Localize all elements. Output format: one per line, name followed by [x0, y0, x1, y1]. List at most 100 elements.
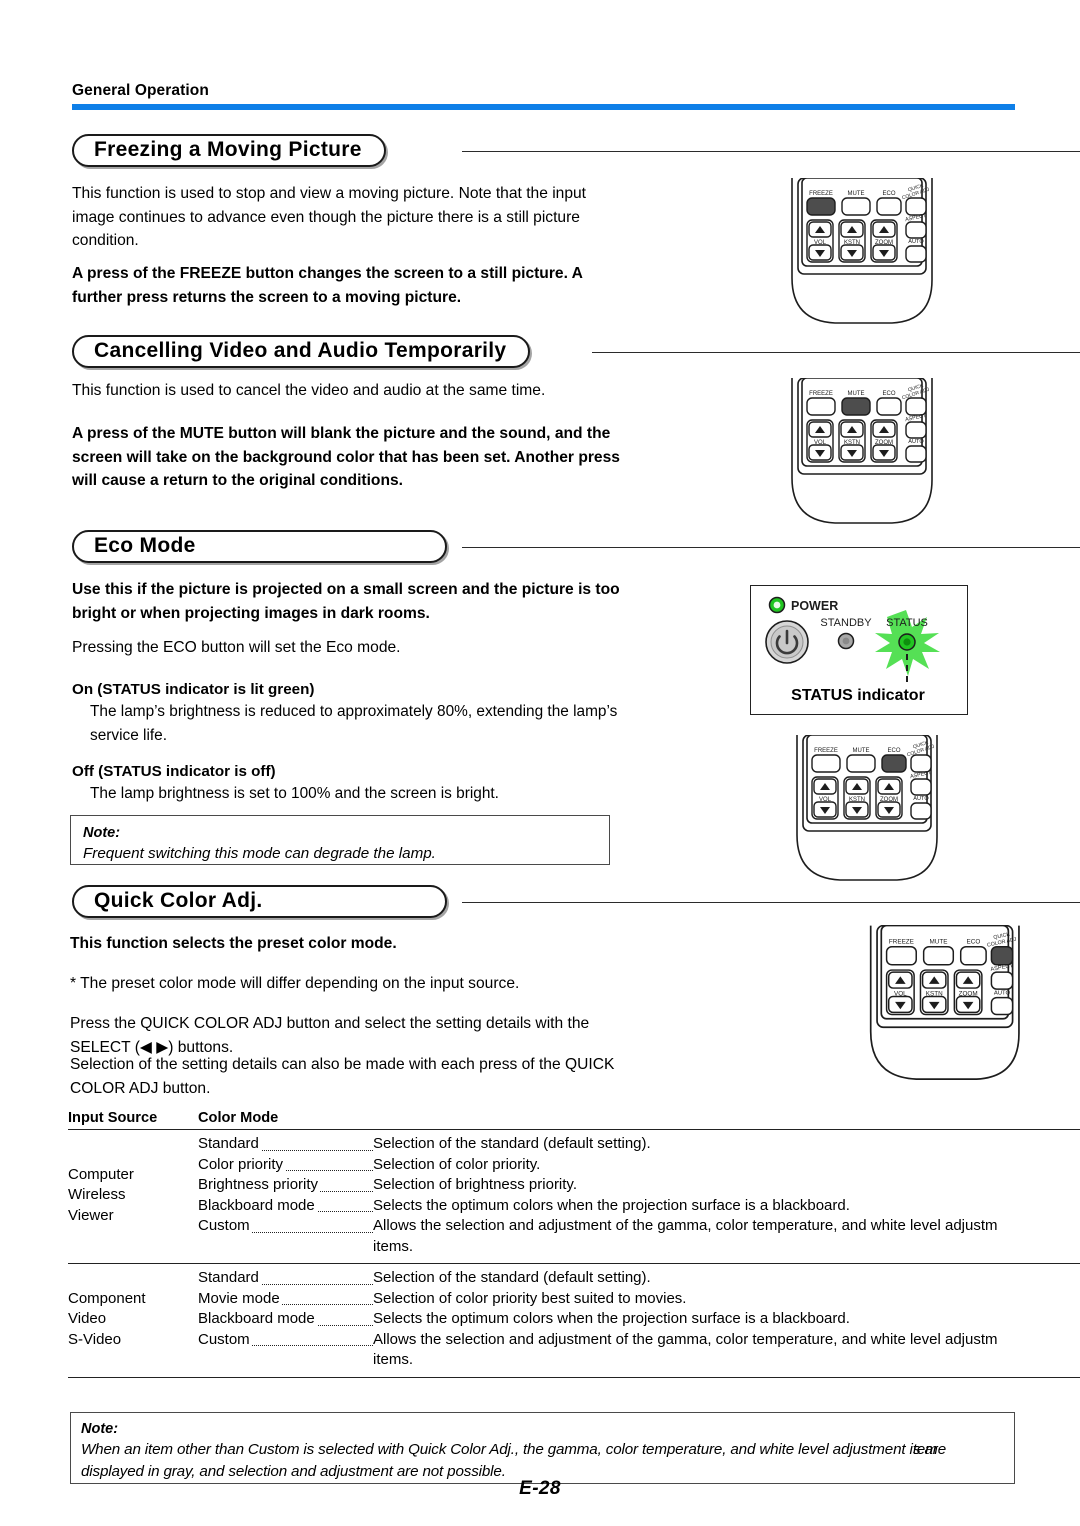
col-header-color-mode: Color Mode: [198, 1110, 279, 1126]
quickcolor-paragraph-2: Press the QUICK COLOR ADJ button and sel…: [70, 1015, 590, 1056]
status-label: STATUS: [886, 617, 928, 629]
mode-label: Brightness priority: [198, 1176, 321, 1193]
note-body: Frequent switching this mode can degrade…: [83, 845, 436, 862]
table-cell-input-source: Computer Wireless Viewer: [68, 1134, 198, 1257]
btn-mute: [841, 197, 871, 216]
source-line: Component: [68, 1289, 146, 1307]
table-row: Custom Allows the selection and adjustme…: [198, 1330, 1080, 1351]
btn-eco: [881, 754, 907, 773]
source-line: Computer: [68, 1165, 134, 1183]
mode-label: Custom: [198, 1330, 252, 1348]
section-rule: [462, 902, 1080, 903]
remote-control-illustration: FREEZE MUTE ECO QUICK COLOR ADJ ASPECT A…: [791, 178, 933, 324]
btn-eco: [876, 397, 902, 416]
label-vol: VOL: [819, 797, 832, 803]
label-auto: AUTO: [908, 239, 924, 245]
table-row: Standard Selection of the standard (defa…: [198, 1134, 1080, 1155]
label-mute: MUTE: [848, 391, 865, 397]
mode-label: Blackboard mode: [198, 1196, 317, 1214]
mode-cell: Brightness priority: [198, 1175, 373, 1196]
label-eco: ECO: [882, 191, 895, 197]
label-vol: VOL: [814, 440, 827, 446]
mode-cell: Blackboard mode: [198, 1309, 373, 1330]
section-pill: Freezing a Moving Picture: [72, 134, 386, 167]
mode-description: Selects the optimum colors when the proj…: [373, 1310, 850, 1327]
label-vol: VOL: [894, 990, 907, 997]
color-mode-table: Input Source Color Mode Computer Wireles…: [68, 1110, 1080, 1378]
table-mode-rows: Standard Selection of the standard (defa…: [198, 1134, 1080, 1257]
btn-eco: [876, 197, 902, 216]
table-row-group-component: Component Video S-Video Standard Selecti…: [68, 1264, 1080, 1377]
label-mute: MUTE: [848, 191, 865, 197]
mode-label: Blackboard mode: [198, 1310, 317, 1327]
table-header-row: Input Source Color Mode: [68, 1110, 1080, 1129]
btn-aspect: [910, 778, 932, 796]
mode-description: Selection of color priority.: [373, 1155, 541, 1173]
note-box-quick-color: Note: When an item other than Custom is …: [70, 1412, 1015, 1484]
mode-description-continuation: items.: [373, 1351, 414, 1368]
section-pill: Eco Mode: [72, 530, 447, 563]
note-label: Note:: [81, 1421, 119, 1437]
eco-item-0-heading: On (STATUS indicator is lit green): [72, 681, 315, 698]
label-freeze: FREEZE: [809, 191, 833, 197]
label-auto: AUTO: [994, 990, 1011, 996]
mode-description: Selection of the standard (default setti…: [373, 1269, 651, 1286]
page-number: E-28: [519, 1478, 561, 1499]
label-eco: ECO: [967, 939, 981, 946]
btn-freeze: [885, 946, 917, 966]
btn-quick-color-adj: [990, 946, 1014, 966]
note-box-eco: Note: Frequent switching this mode can d…: [70, 815, 610, 865]
section-title: Quick Color Adj.: [94, 889, 263, 912]
quickcolor-paragraph-1: * The preset color mode will differ depe…: [70, 975, 520, 992]
mode-description: Selection of color priority best suited …: [373, 1289, 687, 1307]
mode-cell: Standard: [198, 1268, 373, 1289]
label-eco: ECO: [887, 748, 900, 754]
manual-page: General Operation Freezing a Moving Pict…: [0, 0, 1080, 1526]
label-kstn: KSTN: [926, 990, 943, 997]
mode-cell: Custom: [198, 1216, 373, 1237]
quickcolor-lead: This function selects the preset color m…: [70, 935, 397, 952]
label-freeze: FREEZE: [809, 391, 833, 397]
btn-mute: [846, 754, 876, 773]
remote-control-illustration: FREEZE MUTE ECO QUICK COLOR ADJ ASPECT A…: [791, 378, 933, 524]
table-row-group-computer: Computer Wireless Viewer Standard Select…: [68, 1130, 1080, 1263]
section-title: Eco Mode: [94, 534, 196, 557]
status-panel-caption: STATUS indicator: [791, 687, 925, 704]
label-auto: AUTO: [908, 439, 924, 445]
mode-label: Movie mode: [198, 1289, 282, 1307]
eco-item-0-body: The lamp’s brightness is reduced to appr…: [90, 703, 618, 744]
eco-paragraph-1: Pressing the ECO button will set the Eco…: [72, 639, 401, 656]
btn-freeze: [806, 197, 836, 216]
label-zoom: ZOOM: [875, 440, 893, 446]
status-indicator-panel: POWER STANDBY STATUS STATUS indicator: [750, 585, 968, 715]
source-line: Video: [68, 1310, 107, 1327]
eco-item-1-body: The lamp brightness is set to 100% and t…: [90, 785, 499, 802]
mode-cell: Standard: [198, 1134, 373, 1155]
table-row: Blackboard mode Selects the optimum colo…: [198, 1196, 1080, 1217]
note-body-text: When an item other than Custom is select…: [81, 1441, 938, 1458]
freeze-paragraph-2: A press of the FREEZE button changes the…: [72, 265, 583, 306]
mode-description: Selection of the standard (default setti…: [373, 1135, 651, 1152]
section-rule: [462, 151, 1080, 152]
label-freeze: FREEZE: [889, 939, 914, 946]
btn-aspect: [990, 971, 1014, 990]
label-zoom: ZOOM: [959, 990, 978, 997]
mode-cell: Color priority: [198, 1155, 373, 1176]
btn-auto: [905, 445, 927, 463]
section-title: Freezing a Moving Picture: [94, 138, 362, 161]
btn-mute: [922, 946, 955, 966]
source-line: Wireless: [68, 1186, 126, 1204]
mode-label: Standard: [198, 1269, 261, 1286]
table-row: Blackboard mode Selects the optimum colo…: [198, 1309, 1080, 1330]
quickcolor-paragraph-3: Selection of the setting details can als…: [70, 1056, 615, 1097]
mode-description: Selects the optimum colors when the proj…: [373, 1196, 850, 1214]
note-body-overlap-text: s are: [913, 1441, 947, 1458]
status-panel-illustration: POWER STANDBY STATUS STATUS indicator: [765, 596, 940, 704]
mode-description-continuation: items.: [373, 1237, 414, 1255]
btn-mute: [841, 397, 871, 416]
mute-paragraph-1: This function is used to cancel the vide…: [72, 382, 546, 399]
section-rule: [462, 547, 1080, 548]
btn-auto: [910, 802, 932, 820]
power-label: POWER: [791, 599, 838, 613]
remote-quickcolor: FREEZE MUTE ECO QUICK COLOR ADJ ASPECT A…: [858, 925, 1038, 1085]
